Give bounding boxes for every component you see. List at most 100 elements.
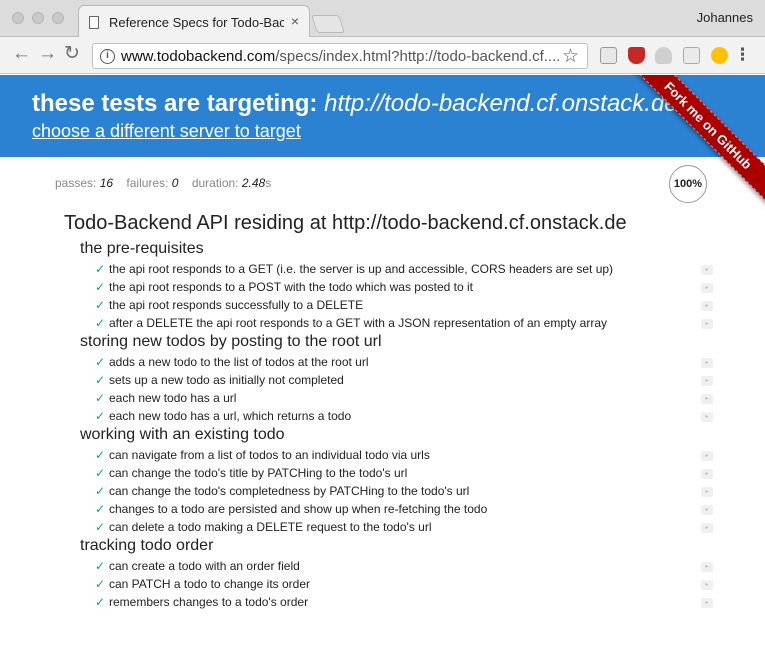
- reload-icon[interactable]: ↻: [64, 44, 80, 64]
- test-row[interactable]: ✓ each new todo has a url ▸: [80, 389, 720, 407]
- back-arrow-icon[interactable]: ←: [12, 44, 31, 64]
- choose-server-link[interactable]: choose a different server to target: [32, 121, 301, 142]
- replay-icon[interactable]: ▸: [701, 580, 713, 590]
- close-icon[interactable]: ×: [291, 13, 299, 29]
- replay-icon[interactable]: ▸: [701, 562, 713, 572]
- address-bar[interactable]: i www.todobackend.com/specs/index.html?h…: [92, 43, 588, 69]
- test-group: storing new todos by posting to the root…: [80, 333, 720, 425]
- replay-icon[interactable]: ▸: [701, 283, 713, 293]
- test-title: after a DELETE the api root responds to …: [109, 316, 608, 330]
- test-title: the api root responds to a GET (i.e. the…: [109, 262, 614, 276]
- replay-icon[interactable]: ▸: [701, 469, 713, 479]
- info-icon[interactable]: i: [100, 49, 115, 64]
- test-row[interactable]: ✓ the api root responds successfully to a…: [80, 296, 720, 314]
- test-row[interactable]: ✓ can PATCH a todo to change its order ▸: [80, 575, 720, 593]
- test-row[interactable]: ✓ can change the todo's completedness by …: [80, 482, 720, 500]
- url-path: /specs/index.html?http://todo-backend.cf…: [275, 48, 561, 65]
- checkmark-icon: ✓: [95, 391, 106, 405]
- replay-icon[interactable]: ▸: [701, 487, 713, 497]
- browser-tab-bar: Reference Specs for Todo-Backend × Johan…: [0, 0, 765, 38]
- test-row[interactable]: ✓ can navigate from a list of todos to an…: [80, 446, 720, 464]
- test-title: adds a new todo to the list of todos at …: [109, 355, 369, 369]
- checkmark-icon: ✓: [95, 316, 106, 330]
- test-row[interactable]: ✓ each new todo has a url, which returns …: [80, 407, 720, 425]
- group-title[interactable]: tracking todo order: [80, 537, 720, 555]
- test-title: remembers changes to a todo's order: [109, 595, 309, 609]
- replay-icon[interactable]: ▸: [701, 394, 713, 404]
- replay-icon[interactable]: ▸: [701, 265, 713, 275]
- replay-icon[interactable]: ▸: [701, 451, 713, 461]
- replay-icon[interactable]: ▸: [701, 319, 713, 329]
- duration-label: duration:: [191, 176, 239, 190]
- test-group: working with an existing todo ✓ can naviga…: [80, 426, 720, 536]
- checkmark-icon: ✓: [95, 559, 106, 573]
- test-title: can change the todo's title by PATCHing …: [109, 466, 408, 480]
- extension-icon[interactable]: [600, 47, 617, 64]
- browser-toolbar: ← → ↻ i www.todobackend.com/specs/index.…: [0, 37, 765, 74]
- replay-icon[interactable]: ▸: [701, 505, 713, 515]
- test-row[interactable]: ✓ can create a todo with an order field ▸: [80, 557, 720, 575]
- target-heading-label: these tests are targeting:: [32, 90, 318, 117]
- test-group: the pre-requisites ✓ the api root responds…: [80, 240, 720, 332]
- test-groups: the pre-requisites ✓ the api root responds…: [80, 240, 720, 612]
- browser-tab[interactable]: Reference Specs for Todo-Backend ×: [78, 5, 310, 38]
- forward-arrow-icon[interactable]: →: [38, 44, 57, 64]
- browser-menu-icon[interactable]: ⋮: [734, 45, 751, 65]
- test-stats: passes: 16 failures: 0 duration: 2.48s: [55, 176, 271, 190]
- checkmark-icon: ✓: [95, 280, 106, 294]
- test-row[interactable]: ✓ the api root responds to a POST with th…: [80, 278, 720, 296]
- test-row[interactable]: ✓ can delete a todo making a DELETE reque…: [80, 518, 720, 536]
- page-icon: [89, 16, 99, 29]
- test-row[interactable]: ✓ the api root responds to a GET (i.e. th…: [80, 260, 720, 278]
- window-extension-icon[interactable]: [683, 47, 700, 64]
- checkmark-icon: ✓: [95, 484, 106, 498]
- test-row[interactable]: ✓ sets up a new todo as initially not com…: [80, 371, 720, 389]
- cloud-extension-icon[interactable]: [655, 47, 672, 64]
- replay-icon[interactable]: ▸: [701, 412, 713, 422]
- test-row[interactable]: ✓ after a DELETE the api root responds to…: [80, 314, 720, 332]
- test-row[interactable]: ✓ can change the todo's title by PATCHing…: [80, 464, 720, 482]
- url-text[interactable]: www.todobackend.com/specs/index.html?htt…: [121, 48, 560, 65]
- checkmark-icon: ✓: [95, 502, 106, 516]
- replay-icon[interactable]: ▸: [701, 301, 713, 311]
- checkmark-icon: ✓: [95, 355, 106, 369]
- test-title: each new todo has a url: [109, 391, 237, 405]
- replay-icon[interactable]: ▸: [701, 358, 713, 368]
- new-tab-button[interactable]: [311, 15, 345, 33]
- test-title: changes to a todo are persisted and show…: [109, 502, 488, 516]
- replay-icon[interactable]: ▸: [701, 523, 713, 533]
- test-title: can create a todo with an order field: [109, 559, 300, 573]
- replay-icon[interactable]: ▸: [701, 376, 713, 386]
- progress-indicator: 100%: [669, 165, 707, 203]
- bookmark-star-icon[interactable]: ☆: [562, 45, 579, 68]
- checkmark-icon: ✓: [95, 577, 106, 591]
- test-row[interactable]: ✓ changes to a todo are persisted and sho…: [80, 500, 720, 518]
- suite-title: Todo-Backend API residing at http://todo…: [64, 212, 627, 234]
- failures-count: 0: [171, 176, 179, 190]
- test-row[interactable]: ✓ adds a new todo to the list of todos at…: [80, 353, 720, 371]
- duration-value: 2.48: [241, 176, 266, 190]
- checkmark-icon: ✓: [95, 373, 106, 387]
- test-title: the api root responds successfully to a …: [109, 298, 364, 312]
- failures-label: failures:: [126, 176, 169, 190]
- test-title: can change the todo's completedness by P…: [109, 484, 470, 498]
- moon-extension-icon[interactable]: [711, 47, 728, 64]
- test-title: can navigate from a list of todos to an …: [109, 448, 430, 462]
- checkmark-icon: ✓: [95, 466, 106, 480]
- profile-name[interactable]: Johannes: [697, 10, 753, 25]
- window-minimize-button[interactable]: [32, 12, 44, 24]
- test-title: can PATCH a todo to change its order: [109, 577, 310, 591]
- test-row[interactable]: ✓ remembers changes to a todo's order ▸: [80, 593, 720, 611]
- checkmark-icon: ✓: [95, 595, 106, 609]
- group-title[interactable]: the pre-requisites: [80, 240, 720, 258]
- target-heading: these tests are targeting: http://todo-b…: [32, 90, 678, 118]
- window-zoom-button[interactable]: [52, 12, 64, 24]
- window-close-button[interactable]: [12, 12, 24, 24]
- checkmark-icon: ✓: [95, 448, 106, 462]
- group-title[interactable]: working with an existing todo: [80, 426, 720, 444]
- test-title: can delete a todo making a DELETE reques…: [109, 520, 432, 534]
- ublock-shield-icon[interactable]: [628, 47, 645, 64]
- checkmark-icon: ✓: [95, 520, 106, 534]
- replay-icon[interactable]: ▸: [701, 598, 713, 608]
- group-title[interactable]: storing new todos by posting to the root…: [80, 333, 720, 351]
